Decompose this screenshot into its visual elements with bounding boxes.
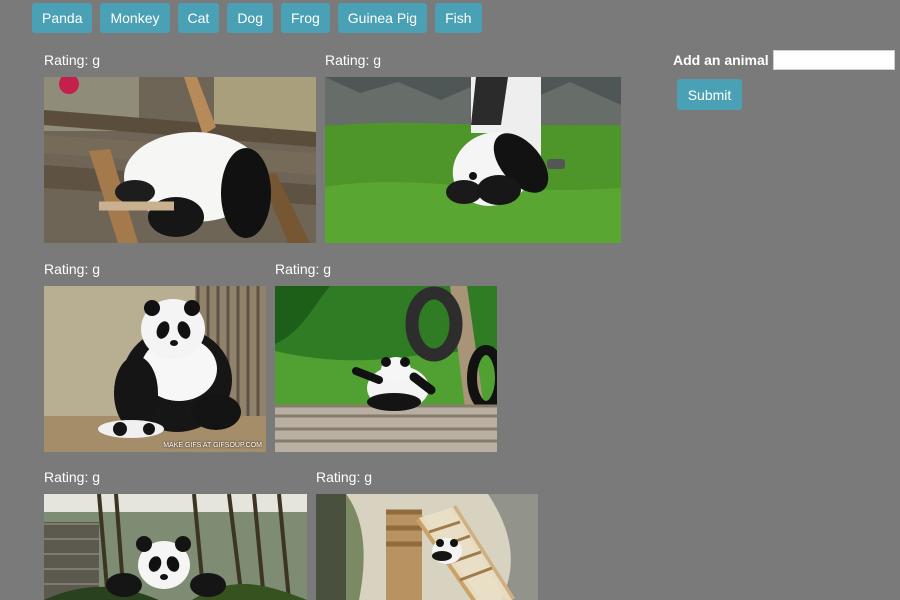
panda-mother-cub-image bbox=[44, 286, 266, 452]
panda-gif[interactable] bbox=[325, 77, 621, 243]
gif-rating: Rating: g bbox=[275, 261, 332, 277]
add-animal-form: Add an animal Submit bbox=[673, 48, 895, 118]
gif-card: Rating: g bbox=[316, 469, 538, 600]
panda-platform-image bbox=[275, 286, 497, 452]
add-animal-input[interactable] bbox=[773, 50, 895, 70]
animal-button-guinea-pig[interactable]: Guinea Pig bbox=[337, 3, 428, 33]
panda-gif[interactable] bbox=[316, 494, 538, 600]
gif-rating: Rating: g bbox=[325, 52, 382, 68]
gif-rating: Rating: g bbox=[44, 52, 101, 68]
panda-forest-image bbox=[44, 494, 307, 600]
gif-watermark: MAKE GIFS AT GIFSOUP.COM bbox=[163, 442, 262, 449]
gif-rating: Rating: g bbox=[316, 469, 373, 485]
gif-card: Rating: g bbox=[44, 469, 307, 600]
gif-card: Rating: g bbox=[275, 261, 497, 458]
submit-button[interactable]: Submit bbox=[677, 79, 742, 110]
animal-button-monkey[interactable]: Monkey bbox=[100, 3, 170, 33]
panda-gif[interactable]: MAKE GIFS AT GIFSOUP.COM bbox=[44, 286, 266, 452]
animal-button-dog[interactable]: Dog bbox=[227, 3, 273, 33]
animal-button-panda[interactable]: Panda bbox=[32, 3, 93, 33]
gif-card: Rating: g bbox=[325, 52, 621, 249]
panda-gif[interactable] bbox=[44, 494, 307, 600]
gif-rating: Rating: g bbox=[44, 261, 101, 277]
animal-button-bar: Panda Monkey Cat Dog Frog Guinea Pig Fis… bbox=[32, 3, 482, 33]
panda-gif[interactable] bbox=[44, 77, 316, 243]
gif-card: Rating: g MAKE GIFS AT GIFSOUP.COM bbox=[44, 261, 266, 458]
giphy-animal-page: Panda Monkey Cat Dog Frog Guinea Pig Fis… bbox=[0, 0, 900, 600]
animal-button-cat[interactable]: Cat bbox=[177, 3, 220, 33]
panda-slide-image bbox=[316, 494, 538, 600]
gif-rating: Rating: g bbox=[44, 469, 101, 485]
animal-button-fish[interactable]: Fish bbox=[435, 3, 482, 33]
gif-card: Rating: g bbox=[44, 52, 316, 249]
panda-rolling-image bbox=[325, 77, 621, 243]
panda-climbing-image bbox=[44, 77, 316, 243]
add-animal-label: Add an animal bbox=[673, 52, 769, 68]
animal-button-frog[interactable]: Frog bbox=[281, 3, 330, 33]
panda-gif[interactable] bbox=[275, 286, 497, 452]
